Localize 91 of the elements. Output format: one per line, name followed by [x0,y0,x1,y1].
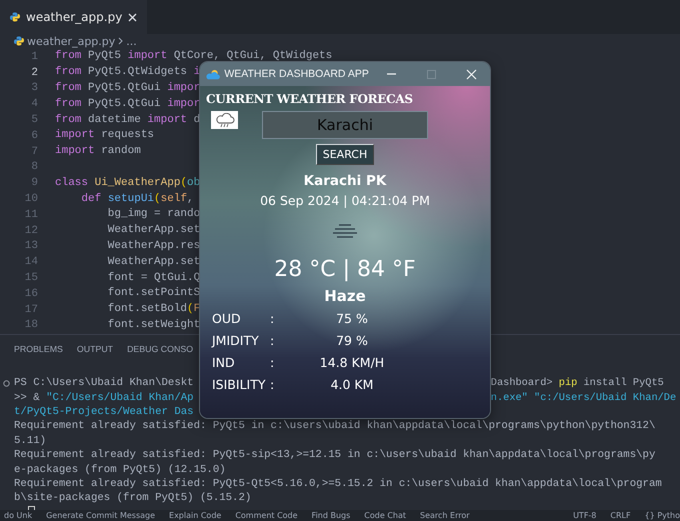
status-item[interactable]: CRLF [610,511,631,520]
detail-value: 75 % [335,311,369,326]
terminal-line: Requirement already satisfied: PyQt5-sip<13,>=12.15 in c:\users\ubaid khan\appdata\local\programs\py [14,449,656,462]
line-number: 5 [30,114,38,126]
status-item[interactable]: Generate Commit Message [46,511,156,520]
line-number: 16 [24,288,38,300]
line-number: 2 [30,66,38,79]
line-number: 10 [24,193,38,206]
breadcrumb-more[interactable]: ... [126,34,137,48]
detail-value: 14.8 KM/H [318,355,386,370]
code-line: def setupUi(self, [80,194,194,205]
line-number: 8 [30,161,38,174]
close-icon [466,68,478,80]
panel-tab[interactable]: PROBLEMS [14,342,63,356]
line-number: 11 [24,208,38,221]
weather-condition: Haze [324,287,366,305]
code-line: WeatherApp.res [106,240,200,252]
detail-label: JMIDITY [212,333,260,348]
panel-tab[interactable]: OUTPUT [76,342,114,356]
status-item[interactable]: do Unk [4,511,32,520]
terminal-line: 5.11) [14,434,46,447]
date-time: 06 Sep 2024 | 04:21:04 PM [260,193,430,208]
line-number: 14 [24,256,38,268]
terminal-line: PS C:\Users\Ubaid Khan\Deskt [14,377,194,390]
city-name: Karachi PK [304,173,386,189]
editor-tab[interactable]: weather_app.py [0,0,148,34]
heading: CURRENT WEATHER FORECAS [205,91,414,106]
panel-tab[interactable]: DEBUG CONSO [127,342,194,356]
line-number: 1 [30,50,38,63]
cloud-sun-icon [206,68,220,80]
code-line: class Ui_WeatherApp(ob [55,178,200,189]
status-item[interactable]: Explain Code [169,511,222,520]
detail-label: ISIBILITY [212,377,266,392]
code-line: from PyQt5 import QtCore, QtGui, QtWidgets [55,51,332,62]
search-button[interactable]: SEARCH [316,144,374,165]
code-line: import random [55,146,141,158]
code-line: font.setWeight [106,320,200,331]
code-line: from PyQt5.QtGui impor [55,82,200,94]
line-number: 13 [24,240,38,252]
window-title: WEATHER DASHBOARD APP [224,68,369,80]
line-number: 4 [30,98,38,110]
haze-icon [331,224,359,240]
line-number: 18 [24,319,38,332]
line-number: 3 [30,82,38,94]
terminal-line: t/PyQt5-Projects/Weather Das [14,406,194,418]
python-file-icon [14,36,24,46]
temperature: 28 °C | 84 °F [274,257,416,282]
line-number: 15 [24,272,38,284]
status-item[interactable]: Code Chat [364,511,406,520]
python-file-icon [10,12,20,22]
code-line: from PyQt5.QtWidgets i [55,67,200,78]
line-number: 9 [30,177,38,190]
chevron-icon [118,37,124,45]
terminal-line: >> & "C:/Users/Ubaid Khan/Ap [14,392,194,404]
terminal-line: Requirement already satisfied: PyQt5-Qt5<5.16.0,>=5.15.2 in c:\users\ubaid khan\appdata\local\program [14,478,662,490]
detail-value: 79 % [335,333,369,348]
detail-colon: : [270,333,276,348]
status-item[interactable]: UTF-8 [573,511,596,520]
terminal-line: b\site-packages (from PyQt5) (5.15.2) [14,492,252,504]
code-line: font = QtGui.Q [106,272,200,284]
detail-value: 4.0 KM [330,377,374,392]
code-line: from datetime import d [55,114,200,126]
detail-label: IND [212,355,236,370]
code-line: font.setBold(F [106,304,200,316]
terminal-line: Requirement already satisfied: PyQt5 in c:\users\ubaid khan\appdata\local\programs\python\python312\ [14,420,656,432]
status-item[interactable]: Search Error [420,511,470,520]
line-number: 6 [30,130,38,142]
terminal-line: e-packages (from PyQt5) (12.15.0) [14,464,226,476]
code-line: font.setPointS [106,288,200,300]
line-number: 7 [30,146,38,158]
line-number: 17 [24,304,38,316]
detail-label: OUD [212,311,242,326]
command-status-icon [3,380,10,387]
detail-colon: : [270,355,276,370]
code-line: bg_img = rando [106,209,200,220]
close-icon[interactable] [128,12,138,22]
code-line: WeatherApp.set [106,225,200,236]
cloud-icon [211,111,238,129]
detail-colon: : [270,377,276,392]
code-line: import requests [55,130,154,142]
maximize-icon [426,68,437,80]
breadcrumb-item[interactable]: weather_app.py [27,34,116,48]
status-item[interactable]: Find Bugs [312,511,350,520]
status-item[interactable]: Comment Code [235,511,298,520]
code-line: from PyQt5.QtGui impor [55,98,200,110]
line-number: 12 [24,224,38,237]
terminal-line: n.exe" "c:/Users/Ubaid Khan/De [490,392,676,404]
status-item[interactable]: {} Pytho [644,511,680,520]
terminal-line: Dashboard> pip install PyQt5 [490,377,664,390]
detail-colon: : [270,311,276,326]
code-line: WeatherApp.set [106,256,200,268]
